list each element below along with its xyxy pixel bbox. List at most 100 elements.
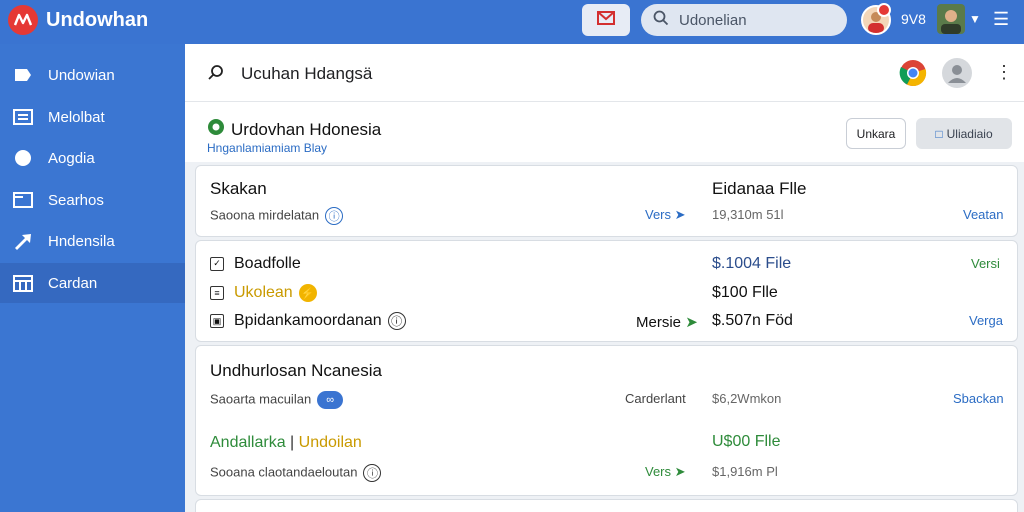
- app-logo-icon: [8, 5, 38, 35]
- sidebar-item-aogdia[interactable]: Aogdia: [0, 138, 185, 178]
- list-item-label: Ukolean: [234, 284, 293, 302]
- circle-icon: [12, 147, 34, 169]
- list-item[interactable]: ✓ Boadfolle: [210, 255, 301, 273]
- card-line-a: Andallarka: [210, 434, 286, 451]
- uliadiaio-button[interactable]: □ Uliadiaio: [916, 118, 1012, 149]
- edit-icon: □: [935, 126, 943, 141]
- card-partial: [195, 499, 1018, 512]
- info-icon[interactable]: ⓘ: [387, 312, 406, 330]
- verga-link[interactable]: Verga: [969, 313, 1003, 328]
- card-line: Andallarka | Undoilan: [210, 434, 362, 451]
- list-item-value: $.507n Föd: [712, 312, 793, 329]
- card-title: Skakan: [210, 179, 267, 198]
- sidebar-item-undowian[interactable]: Undowian: [0, 55, 185, 95]
- top-search[interactable]: [641, 4, 847, 36]
- card-undhurlosan: Undhurlosan Ncanesia Saoarta macuilan ∞ C…: [195, 345, 1018, 496]
- card-subtitle: Saoona mirdelatan ⓘ: [210, 207, 344, 225]
- hamburger-menu-icon[interactable]: ☰: [993, 10, 1009, 28]
- browser-icon[interactable]: [899, 59, 927, 87]
- list-item-label: Boadfolle: [234, 255, 301, 272]
- card-value: $1,916m Pl: [712, 464, 778, 479]
- mersie-link[interactable]: Mersie ➤: [636, 313, 698, 331]
- card-line-b: Undoilan: [298, 434, 362, 451]
- calendar-icon: ▣: [210, 314, 224, 328]
- link-pill-icon[interactable]: ∞: [317, 391, 344, 409]
- sidebar-item-hndensila[interactable]: Hndensila: [0, 221, 185, 261]
- sidebar-item-label: Undowian: [48, 66, 115, 84]
- sub-toolbar: Ucuhan Hdangsä ⋮: [185, 44, 1024, 102]
- trend-icon: [12, 230, 34, 252]
- chevron-down-icon[interactable]: ▼: [969, 12, 981, 26]
- column-title: Eidanaa Flle: [712, 179, 807, 198]
- section-title-text: Urdovhan Hdonesia: [231, 119, 382, 139]
- notification-badge: [877, 3, 891, 17]
- arrow-icon: ➤: [674, 207, 686, 222]
- arrow-icon: ➤: [685, 314, 698, 331]
- app-brand[interactable]: Undowhan: [8, 5, 148, 35]
- card-title: Undhurlosan Ncanesia: [210, 361, 382, 380]
- vers-link[interactable]: Vers ➤: [645, 464, 686, 480]
- sidebar: Undowian Melolbat Aogdia Searhos Hndensi…: [0, 44, 185, 512]
- section-subtitle-link[interactable]: Hnganlamiamiam Blay: [207, 141, 327, 155]
- top-bar: Undowhan 9V8 ▼ ☰: [0, 0, 1024, 44]
- user-avatar[interactable]: [937, 4, 965, 34]
- list-item-value: $100 Flle: [712, 284, 778, 301]
- sidebar-item-label: Melolbat: [48, 108, 105, 126]
- top-count: 9V8: [901, 11, 926, 27]
- app-name: Undowhan: [46, 8, 149, 31]
- folder-icon: [12, 189, 34, 211]
- card-subtitle-text: Saoona mirdelatan: [210, 207, 320, 223]
- link-text: Vers: [645, 207, 672, 222]
- sidebar-item-label: Cardan: [48, 274, 98, 292]
- search-icon[interactable]: [207, 64, 225, 87]
- link-text: Mersie: [636, 314, 682, 331]
- main-content: Ucuhan Hdangsä ⋮ Urdovhan Hdonesia Hngan…: [185, 44, 1024, 512]
- sidebar-item-label: Hndensila: [48, 232, 115, 250]
- calendar-icon: [12, 272, 34, 294]
- sbackan-link[interactable]: Sbackan: [953, 391, 1004, 406]
- arrow-icon: ➤: [674, 464, 686, 479]
- vers-link[interactable]: Vers ➤: [645, 207, 686, 223]
- section-header: Urdovhan Hdonesia Hnganlamiamiam Blay Un…: [185, 102, 1024, 162]
- card-files: ✓ Boadfolle $.1004 File Versi ≡ Ukolean ⚡ $…: [195, 240, 1018, 342]
- page-title: Ucuhan Hdangsä: [241, 64, 373, 83]
- bolt-icon: ⚡: [298, 284, 317, 302]
- card-value: $6,2Wmkon: [712, 391, 782, 406]
- document-icon: ≡: [210, 286, 224, 300]
- versi-link[interactable]: Versi: [971, 256, 1000, 271]
- button-label: Unkara: [856, 126, 896, 141]
- account-avatar[interactable]: [942, 58, 972, 88]
- badge-icon: [207, 118, 225, 141]
- checkbox-icon: ✓: [210, 256, 224, 271]
- button-label: Uliadiaio: [946, 126, 993, 141]
- card-subtitle-text: Sooana claotandaeloutan: [210, 464, 358, 480]
- mail-icon: [597, 10, 615, 30]
- list-item[interactable]: ≡ Ukolean ⚡: [210, 284, 317, 302]
- sidebar-item-cardan[interactable]: Cardan: [0, 263, 185, 303]
- card-subtitle-text: Saoarta macuilan: [210, 391, 312, 407]
- home-icon: [12, 64, 34, 86]
- grid-icon: [12, 106, 34, 128]
- list-item[interactable]: ▣ Bpidankamoordanan ⓘ: [210, 312, 406, 330]
- column-value: 19,310m 51l: [712, 207, 784, 222]
- sidebar-item-label: Aogdia: [48, 149, 95, 167]
- list-item-label: Bpidankamoordanan: [234, 312, 382, 330]
- card-meta: Carderlant: [625, 391, 686, 406]
- search-input[interactable]: [679, 11, 829, 29]
- mail-button[interactable]: [582, 4, 630, 36]
- unkara-button[interactable]: Unkara: [846, 118, 906, 149]
- card-subtitle: Saoarta macuilan ∞: [210, 391, 344, 409]
- more-vertical-icon[interactable]: ⋮: [995, 63, 1013, 81]
- sidebar-item-searhos[interactable]: Searhos: [0, 180, 185, 220]
- card-subtitle: Sooana claotandaeloutan ⓘ: [210, 464, 382, 482]
- list-item-value: $.1004 File: [712, 255, 792, 272]
- veatan-link[interactable]: Veatan: [963, 207, 1004, 222]
- sidebar-item-label: Searhos: [48, 191, 104, 209]
- section-title: Urdovhan Hdonesia: [207, 118, 381, 141]
- info-icon[interactable]: ⓘ: [325, 207, 344, 225]
- info-icon[interactable]: ⓘ: [363, 464, 382, 482]
- search-icon: [653, 10, 669, 31]
- card-value: U$00 Flle: [712, 433, 781, 450]
- sidebar-item-melolbat[interactable]: Melolbat: [0, 97, 185, 137]
- link-text: Vers: [645, 464, 672, 479]
